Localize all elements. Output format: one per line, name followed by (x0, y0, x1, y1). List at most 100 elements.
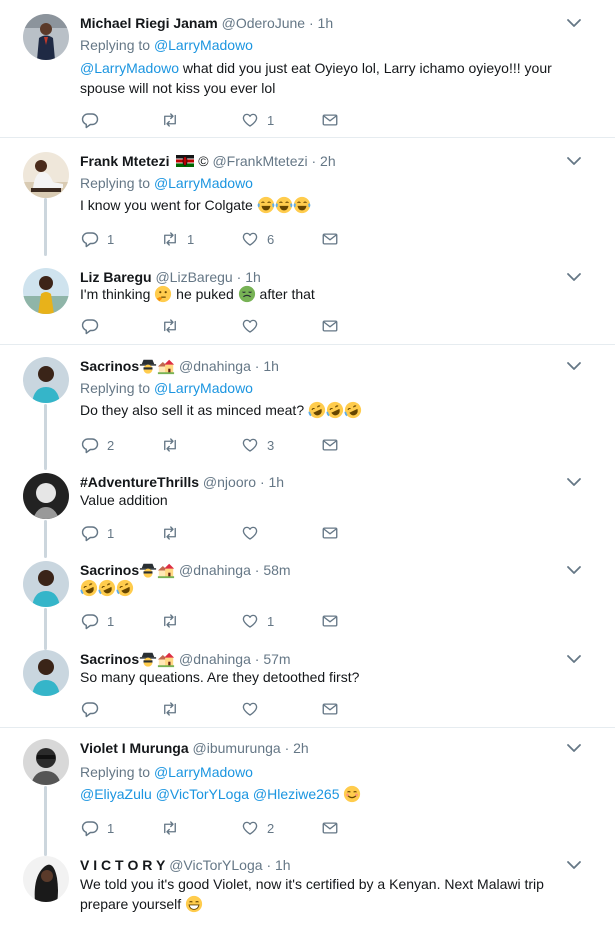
tweet[interactable]: Liz Baregu @LizBaregu · 1h I'm thinking … (0, 268, 615, 340)
retweet-button[interactable] (161, 611, 187, 631)
timestamp[interactable]: 1h (245, 269, 261, 285)
retweet-button[interactable] (161, 110, 187, 130)
like-button[interactable] (241, 523, 267, 543)
like-button[interactable]: 2 (241, 818, 274, 838)
avatar[interactable] (23, 357, 69, 403)
like-button[interactable]: 1 (241, 110, 274, 130)
display-name[interactable]: #AdventureThrills (80, 474, 199, 490)
replying-to-link[interactable]: @LarryMadowo (154, 764, 253, 780)
replying-to-link[interactable]: @LarryMadowo (154, 37, 253, 53)
timestamp[interactable]: 2h (293, 740, 309, 756)
chevron-down-icon[interactable] (566, 359, 582, 373)
user-handle[interactable]: @ibumurunga (193, 740, 281, 756)
timestamp[interactable]: 58m (263, 562, 290, 578)
timestamp[interactable]: 2h (320, 153, 336, 169)
timestamp[interactable]: 1h (269, 474, 285, 490)
reply-button[interactable] (81, 699, 107, 719)
timestamp[interactable]: 1h (263, 358, 279, 374)
chevron-down-icon[interactable] (566, 563, 582, 577)
timestamp[interactable]: 1h (275, 857, 291, 873)
direct-message-button[interactable] (321, 110, 339, 130)
display-name[interactable]: Sacrinos (80, 358, 139, 374)
reply-button[interactable]: 1 (81, 611, 114, 631)
mention-link[interactable]: @EliyaZulu (80, 786, 152, 802)
avatar[interactable] (23, 561, 69, 607)
user-handle[interactable]: @LizBaregu (155, 269, 232, 285)
retweet-button[interactable] (161, 523, 187, 543)
direct-message-button[interactable] (321, 699, 339, 719)
retweet-button[interactable] (161, 699, 187, 719)
tweet-text: I'm thinking he puked after that (80, 284, 570, 304)
display-name[interactable]: Sacrinos (80, 562, 139, 578)
tweet[interactable]: Violet I Murunga @ibumurunga · 2h Replyi… (0, 739, 615, 839)
tweet[interactable]: Sacrinos @dnahinga · 57m So many queatio… (0, 650, 615, 722)
user-handle[interactable]: @dnahinga (179, 358, 251, 374)
direct-message-button[interactable] (321, 611, 339, 631)
direct-message-button[interactable] (321, 316, 339, 336)
avatar[interactable] (23, 14, 69, 60)
user-handle[interactable]: @VicTorYLoga (169, 857, 262, 873)
like-button[interactable] (241, 699, 267, 719)
chevron-down-icon[interactable] (566, 154, 582, 168)
tweet[interactable]: #AdventureThrills @njooro · 1h Value add… (0, 473, 615, 543)
retweet-button[interactable] (161, 818, 187, 838)
reply-button[interactable] (81, 316, 107, 336)
chevron-down-icon[interactable] (566, 652, 582, 666)
tweet[interactable]: Sacrinos @dnahinga · 58m 1 1 (0, 561, 615, 633)
tweet[interactable]: Sacrinos @dnahinga · 1h Replying to @Lar… (0, 357, 615, 457)
direct-message-button[interactable] (321, 435, 339, 455)
timestamp[interactable]: 1h (318, 15, 334, 31)
retweet-button[interactable]: 1 (161, 229, 194, 249)
retweet-button[interactable] (161, 316, 187, 336)
mention-link[interactable]: @VicTorYLoga (156, 786, 249, 802)
user-handle[interactable]: @FrankMtetezi (212, 153, 307, 169)
avatar[interactable] (23, 268, 69, 314)
direct-message-button[interactable] (321, 229, 339, 249)
user-handle[interactable]: @OderoJune (222, 15, 305, 31)
avatar[interactable] (23, 650, 69, 696)
user-handle[interactable]: @njooro (203, 474, 256, 490)
tweet-header: Violet I Murunga @ibumurunga · 2h (80, 739, 309, 757)
tweet[interactable]: V I C T O R Y @VicTorYLoga · 1h We told … (0, 856, 615, 926)
tweet[interactable]: Frank Mtetezi © @FrankMtetezi · 2h Reply… (0, 152, 615, 252)
reply-button[interactable]: 1 (81, 818, 114, 838)
tweet[interactable]: Michael Riegi Janam @OderoJune · 1h Repl… (0, 14, 615, 132)
like-button[interactable] (241, 316, 267, 336)
display-name[interactable]: Michael Riegi Janam (80, 15, 218, 31)
reply-button[interactable] (81, 110, 107, 130)
avatar[interactable] (23, 152, 69, 198)
replying-to-link[interactable]: @LarryMadowo (154, 175, 253, 191)
avatar[interactable] (23, 739, 69, 785)
chevron-down-icon[interactable] (566, 475, 582, 489)
chevron-down-icon[interactable] (566, 741, 582, 755)
display-name[interactable]: Frank Mtetezi (80, 153, 169, 169)
display-name[interactable]: Liz Baregu (80, 269, 152, 285)
chevron-down-icon[interactable] (566, 16, 582, 30)
timestamp[interactable]: 57m (263, 651, 290, 667)
reply-button[interactable]: 2 (81, 435, 114, 455)
like-button[interactable]: 1 (241, 611, 274, 631)
like-button[interactable]: 6 (241, 229, 274, 249)
retweet-button[interactable] (161, 435, 187, 455)
reply-button[interactable]: 1 (81, 523, 114, 543)
chevron-down-icon[interactable] (566, 270, 582, 284)
mention-link[interactable]: @Hleziwe265 (253, 786, 340, 802)
direct-message-button[interactable] (321, 523, 339, 543)
direct-message-button[interactable] (321, 818, 339, 838)
chevron-down-icon[interactable] (566, 858, 582, 872)
separator: · (266, 857, 272, 873)
display-name[interactable]: Sacrinos (80, 651, 139, 667)
user-handle[interactable]: @dnahinga (179, 651, 251, 667)
tweet-body-part: I'm thinking (80, 286, 151, 302)
tweet-header: #AdventureThrills @njooro · 1h (80, 473, 284, 491)
reply-button[interactable]: 1 (81, 229, 114, 249)
avatar[interactable] (23, 473, 69, 519)
mention-link[interactable]: @LarryMadowo (80, 60, 179, 76)
display-name[interactable]: V I C T O R Y (80, 857, 165, 873)
replying-to-link[interactable]: @LarryMadowo (154, 380, 253, 396)
display-name[interactable]: Violet I Murunga (80, 740, 189, 756)
user-handle[interactable]: @dnahinga (179, 562, 251, 578)
avatar[interactable] (23, 856, 69, 902)
like-button[interactable]: 3 (241, 435, 274, 455)
rofl-emoji (80, 579, 98, 597)
